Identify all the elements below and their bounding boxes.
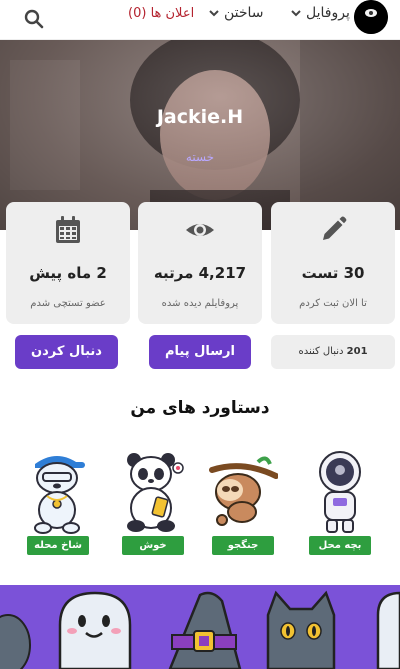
- ghost-icon: [58, 591, 132, 669]
- achievement-badge[interactable]: خوش شانس: [118, 446, 188, 570]
- sloth-icon: [209, 456, 278, 526]
- stat-value: 4,217 مرتبه: [153, 264, 247, 282]
- stat-card-membership: 2 ماه پیش عضو تستچی شدم: [6, 202, 130, 324]
- chevron-down-icon: [291, 10, 301, 17]
- eye-icon: [186, 224, 214, 236]
- profile-menu-label: پروفایل: [306, 5, 350, 21]
- achievements-title: دستاورد های من: [130, 398, 270, 418]
- followers-label: دنبال کننده: [298, 346, 344, 357]
- stat-caption: عضو تستچی شدم: [30, 298, 106, 309]
- send-message-button[interactable]: ارسال پیام: [149, 335, 251, 369]
- user-avatar[interactable]: [354, 0, 388, 34]
- stat-caption: تا الان ثبت کردم: [299, 298, 367, 309]
- build-menu[interactable]: ساختن: [208, 5, 264, 21]
- profile-status: خسته: [185, 150, 215, 164]
- panda-icon: [127, 453, 184, 532]
- halloween-illustration: [0, 585, 400, 669]
- followers-number: 201: [346, 346, 368, 357]
- chevron-down-icon: [209, 10, 219, 17]
- achievement-badge[interactable]: شاخ محله: [23, 446, 93, 556]
- profile-name: Jackie.H: [156, 106, 244, 128]
- achievement-badge[interactable]: جنگجو: [208, 446, 278, 556]
- stat-card-tests: 30 تست تا الان ثبت کردم: [271, 202, 395, 324]
- top-navbar: اعلان ها (0) ساختن پروفایل: [0, 0, 400, 40]
- polar-bear-icon: [34, 456, 85, 534]
- achievement-badge[interactable]: بچه محل: [305, 446, 375, 556]
- follow-button[interactable]: دنبال کردن: [15, 335, 118, 369]
- stat-value: 30 تست: [301, 264, 365, 282]
- pencil-icon: [323, 216, 347, 240]
- stat-caption: پروفایلم دیده شده: [161, 298, 239, 309]
- build-menu-label: ساختن: [224, 5, 264, 21]
- stat-card-views: 4,217 مرتبه پروفایلم دیده شده: [138, 202, 262, 324]
- calendar-icon: [56, 216, 80, 243]
- search-icon[interactable]: [22, 7, 46, 31]
- badge-label: جنگجو: [212, 536, 274, 555]
- halloween-banner: [0, 585, 400, 669]
- followers-count[interactable]: 201 دنبال کننده: [271, 335, 395, 369]
- astronaut-icon: [319, 451, 361, 533]
- stat-value: 2 ماه پیش: [29, 264, 107, 282]
- avatar-icon: [354, 0, 388, 34]
- profile-menu[interactable]: پروفایل: [290, 5, 350, 21]
- badge-label: خوش شانس: [122, 536, 184, 570]
- ghost-icon: [376, 591, 400, 669]
- notifications-link[interactable]: اعلان ها (0): [128, 6, 194, 21]
- badge-label: شاخ محله: [27, 536, 89, 555]
- badge-label: بچه محل: [309, 536, 371, 555]
